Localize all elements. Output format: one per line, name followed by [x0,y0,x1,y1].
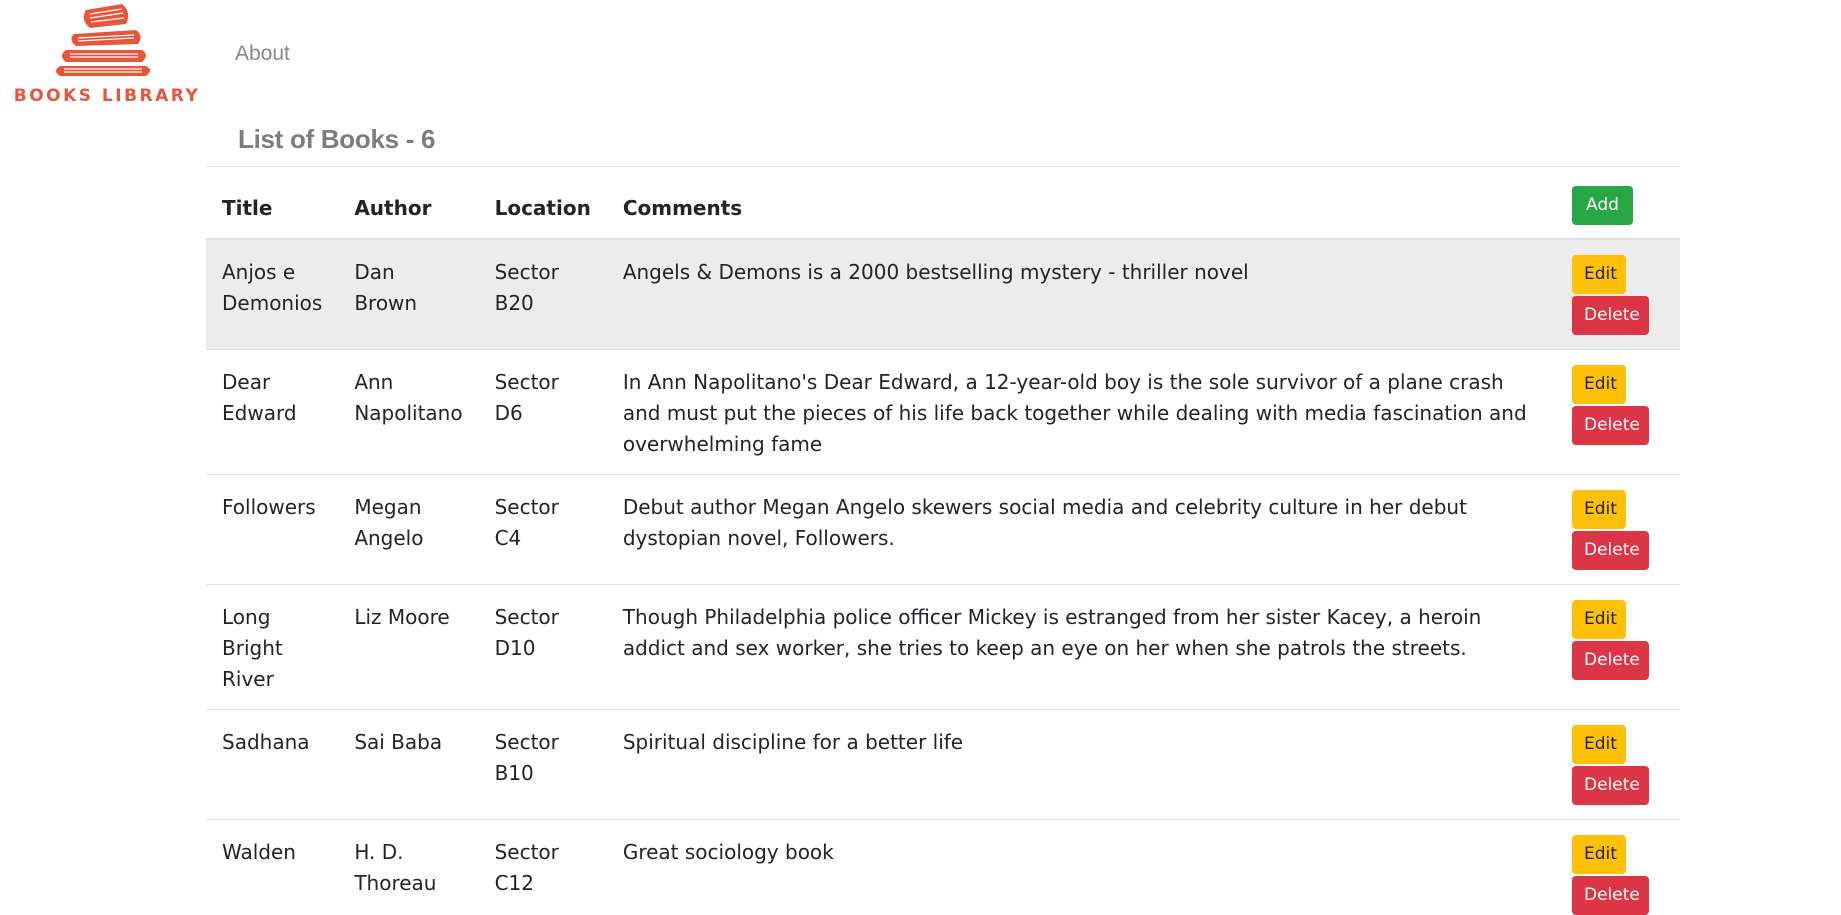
table-row: Long Bright River Liz Moore Sector D10 T… [206,584,1680,710]
book-title: Sadhana [206,709,339,820]
row-actions: Edit Delete [1556,584,1680,710]
delete-button[interactable]: Delete [1572,641,1649,680]
book-comments: Angels & Demons is a 2000 bestselling my… [606,239,1556,350]
page-title: List of Books - 6 [238,124,436,154]
row-actions: Edit Delete [1556,819,1680,915]
books-table: Title Author Location Comments Add Anjos… [206,166,1680,915]
column-header-location: Location [478,167,607,240]
table-row: Followers Megan Angelo Sector C4 Debut a… [206,474,1680,585]
brand-logo[interactable]: BOOKS LIBRARY [10,0,200,110]
column-header-title: Title [206,167,339,240]
book-location: Sector B10 [478,709,607,820]
book-author: Megan Angelo [338,474,479,585]
table-row: Sadhana Sai Baba Sector B10 Spiritual di… [206,709,1680,820]
edit-button[interactable]: Edit [1572,365,1626,404]
table-row: Walden H. D. Thoreau Sector C12 Great so… [206,819,1680,915]
delete-button[interactable]: Delete [1572,531,1649,570]
delete-button[interactable]: Delete [1572,406,1649,445]
book-title: Long Bright River [206,584,339,710]
delete-button[interactable]: Delete [1572,766,1649,805]
table-header-row: Title Author Location Comments Add [206,167,1680,240]
edit-button[interactable]: Edit [1572,490,1626,529]
book-author: Liz Moore [338,584,479,710]
book-location: Sector D10 [478,584,607,710]
book-title: Dear Edward [206,349,339,475]
book-comments: Though Philadelphia police officer Micke… [606,584,1556,710]
edit-button[interactable]: Edit [1572,835,1626,874]
edit-button[interactable]: Edit [1572,600,1626,639]
book-title: Walden [206,819,339,915]
edit-button[interactable]: Edit [1572,725,1626,764]
brand-name: BOOKS LIBRARY [13,86,201,106]
book-author: Dan Brown [338,239,479,350]
row-actions: Edit Delete [1556,474,1680,585]
delete-button[interactable]: Delete [1572,296,1649,335]
book-title: Followers [206,474,339,585]
table-row: Anjos e Demonios Dan Brown Sector B20 An… [206,239,1680,350]
column-header-actions: Add [1556,167,1680,240]
book-author: H. D. Thoreau [338,819,479,915]
book-comments: Great sociology book [606,819,1556,915]
column-header-comments: Comments [606,167,1556,240]
row-actions: Edit Delete [1556,239,1680,350]
add-book-button[interactable]: Add [1572,186,1633,225]
edit-button[interactable]: Edit [1572,255,1626,294]
book-location: Sector D6 [478,349,607,475]
book-location: Sector C12 [478,819,607,915]
book-author: Sai Baba [338,709,479,820]
book-stack-icon [56,4,150,76]
row-actions: Edit Delete [1556,349,1680,475]
nav-link-about[interactable]: About [235,42,290,66]
book-comments: Spiritual discipline for a better life [606,709,1556,820]
book-author: Ann Napolitano [338,349,479,475]
book-location: Sector B20 [478,239,607,350]
book-comments: In Ann Napolitano's Dear Edward, a 12-ye… [606,349,1556,475]
column-header-author: Author [338,167,479,240]
delete-button[interactable]: Delete [1572,876,1649,915]
table-row: Dear Edward Ann Napolitano Sector D6 In … [206,349,1680,475]
row-actions: Edit Delete [1556,709,1680,820]
book-comments: Debut author Megan Angelo skewers social… [606,474,1556,585]
book-title: Anjos e Demonios [206,239,339,350]
book-location: Sector C4 [478,474,607,585]
